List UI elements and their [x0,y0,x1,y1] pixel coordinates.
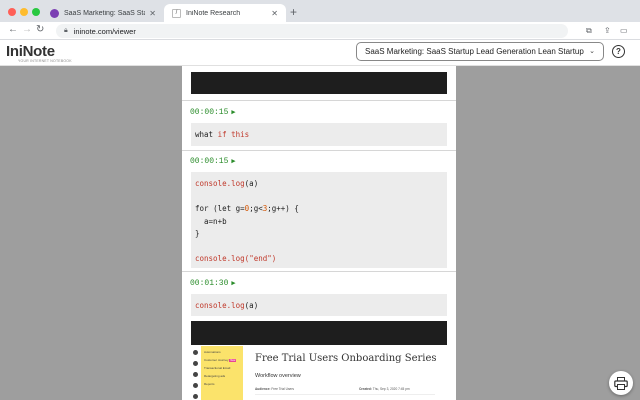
timestamp-link[interactable]: 00:00:15 ▶ [190,108,236,117]
divider [182,100,456,101]
embedded-sidebar-item: Automations [204,350,221,354]
embedded-screenshot: Automations Customer Journey New Transac… [191,346,447,400]
forward-icon[interactable]: → [22,24,32,35]
embedded-sidebar: Automations Customer Journey New Transac… [201,346,243,400]
embedded-sidebar-item: Retargeting ads [204,374,226,378]
code-block: console.log(a) for (let g=0;g<3;g++) { a… [191,172,447,268]
close-window-button[interactable] [8,8,16,16]
embedded-audience: Audience: Free Trial Users [255,387,294,391]
logo-tagline: YOUR INTERNET NOTEBOOK [18,59,72,63]
play-icon: ▶ [231,109,236,117]
print-button[interactable] [609,371,633,395]
tab-title: IniNote Research [186,9,241,17]
zoom-window-button[interactable] [32,8,40,16]
embedded-sidebar-item: Transactional Email [204,366,231,370]
browser-tab-strip: SaaS Marketing: SaaS Startup ✕ / IniNote… [0,0,640,22]
timestamp-text: 00:01:30 [190,279,229,288]
timestamp-text: 00:00:15 [190,108,229,117]
new-tab-icon[interactable]: + [290,5,297,19]
logo[interactable]: IniNote YOUR INTERNET NOTEBOOK [6,43,72,63]
play-icon: ▶ [231,158,236,166]
notebook-select-value: SaaS Marketing: SaaS Startup Lead Genera… [365,47,584,56]
browser-toolbar: ← → ↻ 🔒︎ ininote.com/viewer ⧉ ⇪ ▭ [0,22,640,40]
favicon-icon: / [172,8,181,18]
app-header: IniNote YOUR INTERNET NOTEBOOK SaaS Mark… [0,40,640,66]
code-block: console.log(a) [191,294,447,316]
new-badge: New [229,359,237,362]
logo-text: IniNote [6,43,55,60]
notebook-document: 00:00:15 ▶ what if this 00:00:15 ▶ console… [182,66,456,400]
minimize-window-button[interactable] [20,8,28,16]
browser-tab-active[interactable]: / IniNote Research ✕ [164,4,286,22]
embedded-icon-rail [191,346,201,400]
share-icon[interactable]: ⇪ [604,26,611,35]
chevron-down-icon: ⌄ [589,48,595,55]
embedded-heading: Free Trial Users Onboarding Series [255,353,437,364]
timestamp-link[interactable]: 00:00:15 ▶ [190,157,236,166]
close-tab-icon[interactable]: ✕ [271,9,278,18]
video-frame [191,321,447,345]
favicon-icon [50,8,59,18]
timestamp-text: 00:00:15 [190,157,229,166]
printer-icon [614,376,628,390]
browser-tab[interactable]: SaaS Marketing: SaaS Startup ✕ [42,4,164,22]
play-icon: ▶ [231,280,236,288]
embedded-created: Created: Thu, Sep 3, 2020 7:45 pm [359,387,410,391]
address-bar[interactable]: 🔒︎ ininote.com/viewer [56,24,568,38]
embedded-sidebar-item: Reports [204,382,215,386]
url-text: ininote.com/viewer [73,26,136,36]
lock-icon: 🔒︎ [64,27,68,34]
video-frame [191,72,447,94]
code-block: what if this [191,123,447,146]
divider [182,271,456,272]
embedded-sidebar-item: Customer Journey New [204,358,237,362]
back-icon[interactable]: ← [8,24,18,35]
help-button[interactable]: ? [612,45,625,58]
divider [182,150,456,151]
divider [255,394,435,395]
notebook-select[interactable]: SaaS Marketing: SaaS Startup Lead Genera… [356,42,604,61]
close-tab-icon[interactable]: ✕ [149,9,156,18]
open-in-window-icon[interactable]: ⧉ [586,26,592,36]
tab-title: SaaS Marketing: SaaS Startup [64,9,145,17]
timestamp-link[interactable]: 00:01:30 ▶ [190,279,236,288]
embedded-subheading: Workflow overview [255,373,301,379]
sidebar-icon[interactable]: ▭ [620,26,628,35]
reload-icon[interactable]: ↻ [36,24,44,35]
